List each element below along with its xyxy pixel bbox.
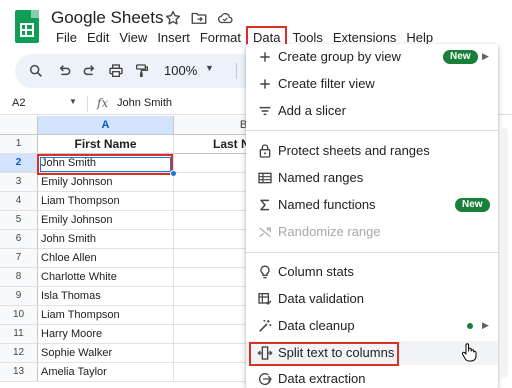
- table-cell[interactable]: Sophie Walker: [38, 344, 174, 363]
- menu-insert[interactable]: Insert: [152, 30, 195, 50]
- menu-scrollbar[interactable]: [500, 128, 508, 378]
- chevron-down-icon[interactable]: ▼: [69, 97, 77, 106]
- paint-format-icon[interactable]: [134, 63, 150, 79]
- hand-cursor-icon: [461, 342, 477, 362]
- menu-item-label: Add a slicer: [278, 103, 346, 118]
- table-cell[interactable]: Charlotte White: [38, 268, 174, 287]
- table-cell[interactable]: Isla Thomas: [38, 287, 174, 306]
- undo-icon[interactable]: [56, 63, 72, 79]
- slicer-icon: [257, 103, 273, 119]
- menu-item-label: Protect sheets and ranges: [278, 143, 430, 158]
- lock-icon: [257, 143, 273, 159]
- search-icon[interactable]: [28, 63, 44, 79]
- active-cell-border: [40, 157, 171, 172]
- formula-bar-divider: [87, 96, 88, 112]
- row-header[interactable]: 4: [0, 192, 38, 211]
- menu-item-column-stats[interactable]: Column stats: [246, 260, 498, 284]
- move-folder-icon[interactable]: [190, 9, 208, 27]
- row-header[interactable]: 12: [0, 344, 38, 363]
- redo-icon[interactable]: [82, 63, 98, 79]
- status-dot: [467, 323, 473, 329]
- menu-divider: [246, 130, 498, 131]
- menu-edit[interactable]: Edit: [82, 30, 114, 50]
- row-header[interactable]: 8: [0, 268, 38, 287]
- menu-divider: [246, 252, 498, 253]
- menu-item-label: Split text to columns: [278, 345, 395, 360]
- menu-format[interactable]: Format: [195, 30, 246, 50]
- magic-wand-icon: [257, 318, 273, 334]
- google-sheets-logo[interactable]: [15, 10, 39, 43]
- menu-item-label: Create filter view: [278, 76, 375, 91]
- print-icon[interactable]: [108, 63, 124, 79]
- table-cell[interactable]: John Smith: [38, 230, 174, 249]
- table-cell[interactable]: Liam Thompson: [38, 192, 174, 211]
- menu-item-named-functions[interactable]: Named functions New: [246, 193, 498, 217]
- data-validation-icon: [257, 291, 273, 307]
- menu-item-named-ranges[interactable]: Named ranges: [246, 166, 498, 190]
- row-header[interactable]: 2: [0, 154, 38, 173]
- menu-item-label: Data extraction: [278, 371, 366, 386]
- sigma-icon: [257, 197, 273, 213]
- submenu-arrow-icon: ▶: [482, 51, 489, 61]
- row-header[interactable]: 10: [0, 306, 38, 325]
- split-columns-icon: [257, 345, 273, 361]
- menu-item-create-group-by-view[interactable]: Create group by view New ▶: [246, 45, 498, 69]
- menu-item-data-cleanup[interactable]: Data cleanup ▶: [246, 314, 498, 338]
- chevron-down-icon: ▼: [205, 63, 214, 73]
- menu-item-create-filter-view[interactable]: Create filter view: [246, 72, 498, 96]
- menu-item-randomize-range: Randomize range: [246, 220, 498, 244]
- star-icon[interactable]: [164, 9, 182, 27]
- row-header[interactable]: 9: [0, 287, 38, 306]
- row-header[interactable]: 6: [0, 230, 38, 249]
- row-header[interactable]: 7: [0, 249, 38, 268]
- submenu-arrow-icon: ▶: [482, 320, 489, 330]
- header-cell-first-name[interactable]: First Name: [38, 135, 174, 154]
- menu-item-label: Create group by view: [278, 49, 401, 64]
- named-ranges-icon: [257, 170, 273, 186]
- column-header-a[interactable]: A: [38, 116, 174, 135]
- menu-item-label: Data cleanup: [278, 318, 355, 333]
- row-header[interactable]: 5: [0, 211, 38, 230]
- row-header[interactable]: 11: [0, 325, 38, 344]
- plus-icon: [257, 76, 273, 92]
- table-cell[interactable]: Chloe Allen: [38, 249, 174, 268]
- zoom-select[interactable]: 100%: [164, 63, 197, 78]
- menu-item-label: Column stats: [278, 264, 354, 279]
- table-cell[interactable]: Amelia Taylor: [38, 363, 174, 382]
- data-menu-dropdown: Create group by view New ▶ Create filter…: [246, 44, 498, 388]
- menu-item-label: Named ranges: [278, 170, 364, 185]
- menu-item-label: Data validation: [278, 291, 364, 306]
- row-header[interactable]: 1: [0, 135, 38, 154]
- menu-item-data-extraction[interactable]: Data extraction: [246, 367, 498, 388]
- menu-item-data-validation[interactable]: Data validation: [246, 287, 498, 311]
- cloud-saved-icon[interactable]: [216, 9, 234, 27]
- select-all-corner[interactable]: [0, 116, 38, 135]
- fx-icon: fx: [97, 96, 109, 110]
- table-cell[interactable]: Harry Moore: [38, 325, 174, 344]
- new-badge: New: [443, 50, 478, 64]
- row-header[interactable]: 13: [0, 363, 38, 382]
- menu-item-label: Named functions: [278, 197, 376, 212]
- shuffle-icon: [257, 224, 273, 240]
- new-badge: New: [455, 198, 490, 212]
- table-cell[interactable]: Liam Thompson: [38, 306, 174, 325]
- row-header[interactable]: 3: [0, 173, 38, 192]
- name-box[interactable]: A2: [12, 97, 25, 109]
- formula-input[interactable]: John Smith: [117, 97, 172, 109]
- fill-handle[interactable]: [170, 170, 177, 177]
- menu-view[interactable]: View: [114, 30, 152, 50]
- menu-item-label: Randomize range: [278, 224, 381, 239]
- document-title[interactable]: Google Sheets: [51, 8, 163, 28]
- menu-item-protect-sheets[interactable]: Protect sheets and ranges: [246, 139, 498, 163]
- table-cell[interactable]: Emily Johnson: [38, 211, 174, 230]
- plus-icon: [257, 49, 273, 65]
- lightbulb-icon: [257, 264, 273, 280]
- table-cell[interactable]: Emily Johnson: [38, 173, 174, 192]
- menu-file[interactable]: File: [51, 30, 82, 50]
- data-extraction-icon: [257, 371, 273, 387]
- toolbar-divider: [236, 63, 237, 79]
- toolbar: 100% ▼ $: [15, 54, 260, 88]
- menu-item-add-slicer[interactable]: Add a slicer: [246, 99, 498, 123]
